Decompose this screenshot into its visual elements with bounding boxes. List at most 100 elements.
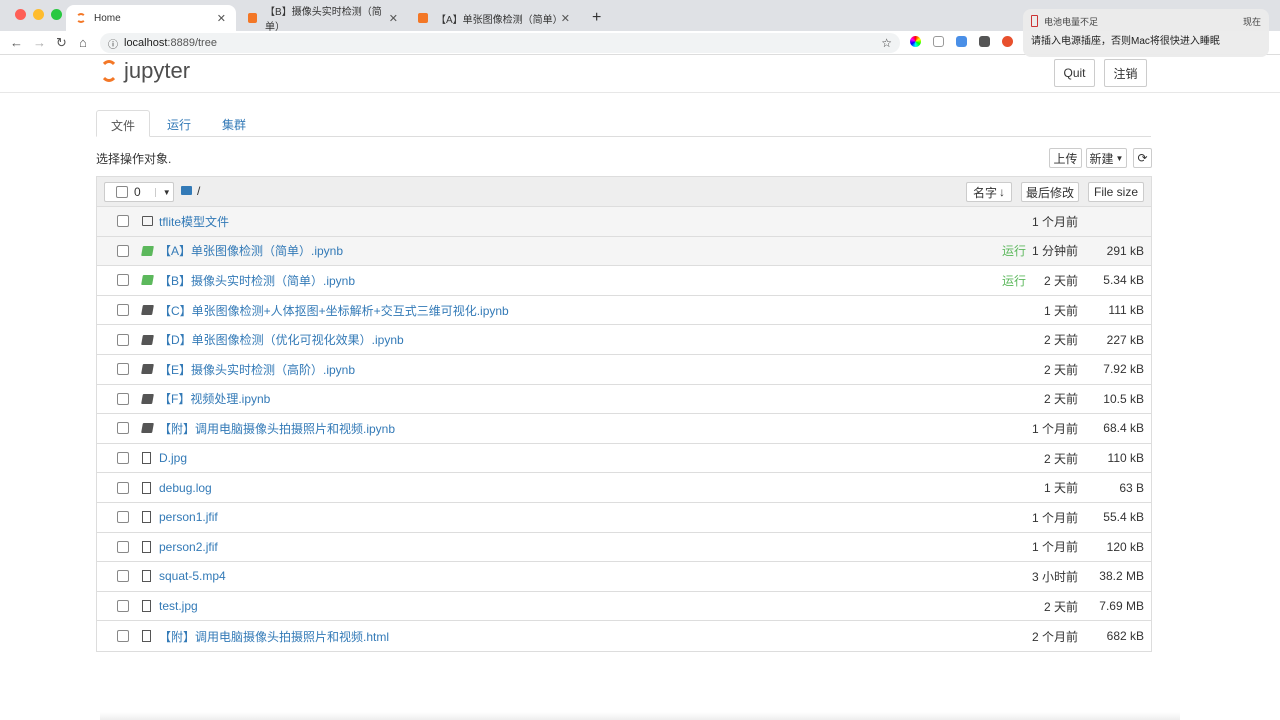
- file-icon: [142, 452, 151, 465]
- url-host: localhost: [124, 37, 168, 49]
- extension-icon[interactable]: [979, 36, 990, 47]
- running-indicator: 运行: [1001, 244, 1026, 259]
- file-name-link[interactable]: 【E】摄像头实时检测（高阶）.ipynb: [159, 361, 355, 378]
- select-all-dropdown[interactable]: 0 ▼: [104, 182, 174, 202]
- logo-text: jupyter: [124, 58, 191, 83]
- modified-time: 2 天前: [1043, 362, 1078, 377]
- file-row[interactable]: 【E】摄像头实时检测（高阶）.ipynb 2 天前 7.92 kB: [97, 355, 1151, 385]
- file-list: 0 ▼ / 名字 ↓ 最后修改 File size tflite模型文件 1 个月前…: [96, 176, 1152, 652]
- file-row[interactable]: debug.log 1 天前 63 B: [97, 473, 1151, 503]
- modified-time: 1 个月前: [1031, 540, 1078, 555]
- tab-running[interactable]: 运行: [153, 110, 205, 137]
- new-dropdown-button[interactable]: 新建 ▼: [1086, 148, 1127, 168]
- tab-title: 【A】单张图像检测（简单）- J: [436, 14, 556, 26]
- file-row[interactable]: 【B】摄像头实时检测（简单）.ipynb 运行 2 天前 5.34 kB: [97, 266, 1151, 296]
- file-name-link[interactable]: 【C】单张图像检测+人体抠图+坐标解析+交互式三维可视化.ipynb: [159, 302, 509, 319]
- file-row[interactable]: 【D】单张图像检测（优化可视化效果）.ipynb 2 天前 227 kB: [97, 325, 1151, 355]
- upload-button[interactable]: 上传: [1049, 148, 1082, 168]
- file-row[interactable]: test.jpg 2 天前 7.69 MB: [97, 592, 1151, 622]
- file-name-link[interactable]: squat-5.mp4: [159, 569, 226, 583]
- row-checkbox[interactable]: [117, 540, 129, 553]
- refresh-button[interactable]: ⟳: [1133, 148, 1152, 168]
- browser-tab-home[interactable]: Home ✕: [66, 5, 236, 31]
- forward-icon[interactable]: →: [33, 35, 46, 50]
- row-checkbox[interactable]: [117, 511, 129, 524]
- row-checkbox[interactable]: [117, 244, 129, 257]
- file-name-link[interactable]: 【附】调用电脑摄像头拍摄照片和视频.html: [159, 628, 389, 645]
- file-row[interactable]: 【附】调用电脑摄像头拍摄照片和视频.html 2 个月前 682 kB: [97, 621, 1151, 651]
- file-name-link[interactable]: D.jpg: [159, 451, 187, 465]
- notebook-icon: [141, 393, 154, 404]
- file-icon: [142, 540, 151, 553]
- quit-button[interactable]: Quit: [1054, 59, 1095, 87]
- file-name-link[interactable]: test.jpg: [159, 599, 198, 613]
- row-checkbox[interactable]: [117, 422, 129, 435]
- file-icon: [142, 481, 151, 494]
- file-row[interactable]: 【C】单张图像检测+人体抠图+坐标解析+交互式三维可视化.ipynb 1 天前 11…: [97, 296, 1151, 326]
- back-icon[interactable]: ←: [10, 35, 23, 50]
- row-checkbox[interactable]: [117, 452, 129, 465]
- sort-by-name-button[interactable]: 名字 ↓: [966, 182, 1012, 202]
- row-checkbox[interactable]: [117, 600, 129, 613]
- window-controls[interactable]: [15, 9, 62, 20]
- file-row[interactable]: 【F】视频处理.ipynb 2 天前 10.5 kB: [97, 385, 1151, 415]
- extension-icon[interactable]: [956, 36, 967, 47]
- row-checkbox[interactable]: [117, 481, 129, 494]
- close-tab-icon[interactable]: ✕: [217, 12, 226, 25]
- close-tab-icon[interactable]: ✕: [389, 12, 398, 25]
- new-tab-button[interactable]: +: [582, 5, 611, 31]
- row-checkbox[interactable]: [117, 630, 129, 643]
- browser-tab-b[interactable]: 【B】摄像头实时检测（简单） ✕: [238, 5, 408, 33]
- jupyter-logo[interactable]: jupyter: [100, 58, 190, 84]
- bookmark-star-icon[interactable]: ☆: [881, 36, 892, 50]
- modified-time: 1 个月前: [1031, 214, 1078, 229]
- tab-clusters[interactable]: 集群: [208, 110, 260, 137]
- modified-time: 2 天前: [1043, 599, 1078, 614]
- browser-tab-a[interactable]: 【A】单张图像检测（简单）- J ✕: [408, 5, 580, 31]
- row-checkbox[interactable]: [117, 570, 129, 583]
- file-row[interactable]: 【A】单张图像检测（简单）.ipynb 运行 1 分钟前 291 kB: [97, 236, 1151, 267]
- file-name-link[interactable]: debug.log: [159, 481, 212, 495]
- tab-files[interactable]: 文件: [96, 110, 151, 137]
- select-all-checkbox[interactable]: [116, 186, 128, 198]
- row-checkbox[interactable]: [117, 304, 129, 317]
- file-name-link[interactable]: 【B】摄像头实时检测（简单）.ipynb: [159, 272, 355, 289]
- close-tab-icon[interactable]: ✕: [561, 12, 570, 25]
- extension-icon[interactable]: [933, 36, 944, 47]
- file-name-link[interactable]: 【D】单张图像检测（优化可视化效果）.ipynb: [159, 331, 404, 348]
- tab-title: Home: [94, 12, 121, 24]
- breadcrumb-path[interactable]: /: [197, 184, 200, 198]
- file-row[interactable]: D.jpg 2 天前 110 kB: [97, 444, 1151, 474]
- row-checkbox[interactable]: [117, 215, 129, 228]
- file-name-link[interactable]: 【F】视频处理.ipynb: [159, 390, 270, 407]
- file-size: 5.34 kB: [1103, 273, 1144, 288]
- logout-button[interactable]: 注销: [1104, 59, 1147, 87]
- file-size: 120 kB: [1106, 539, 1144, 554]
- extension-icon[interactable]: [1002, 36, 1013, 47]
- folder-icon: [181, 186, 192, 195]
- file-name-link[interactable]: 【附】调用电脑摄像头拍摄照片和视频.ipynb: [159, 420, 395, 437]
- row-checkbox[interactable]: [117, 274, 129, 287]
- caret-down-icon[interactable]: ▼: [154, 187, 171, 197]
- home-icon[interactable]: ⌂: [79, 35, 87, 50]
- file-row[interactable]: 【附】调用电脑摄像头拍摄照片和视频.ipynb 1 个月前 68.4 kB: [97, 414, 1151, 444]
- file-row[interactable]: person1.jfif 1 个月前 55.4 kB: [97, 503, 1151, 533]
- extension-icon[interactable]: [910, 36, 921, 47]
- file-name-link[interactable]: tflite模型文件: [159, 213, 229, 230]
- file-row[interactable]: squat-5.mp4 3 小时前 38.2 MB: [97, 562, 1151, 592]
- modified-time: 2 天前: [1043, 392, 1078, 407]
- file-name-link[interactable]: person1.jfif: [159, 510, 218, 524]
- file-row[interactable]: person2.jfif 1 个月前 120 kB: [97, 533, 1151, 563]
- battery-notification[interactable]: 电池电量不足 现在 请插入电源插座，否则Mac将很快进入睡眠: [1023, 9, 1269, 57]
- url-input[interactable]: ⓘ localhost:8889/tree ☆: [100, 33, 900, 53]
- reload-icon[interactable]: ↻: [56, 35, 67, 51]
- row-checkbox[interactable]: [117, 333, 129, 346]
- sort-by-modified-button[interactable]: 最后修改: [1021, 182, 1079, 202]
- file-name-link[interactable]: 【A】单张图像检测（简单）.ipynb: [159, 242, 343, 259]
- sort-by-size-button[interactable]: File size: [1088, 182, 1144, 202]
- row-checkbox[interactable]: [117, 392, 129, 405]
- file-row[interactable]: tflite模型文件 1 个月前: [97, 207, 1151, 237]
- row-checkbox[interactable]: [117, 363, 129, 376]
- file-name-link[interactable]: person2.jfif: [159, 540, 218, 554]
- selected-count: 0: [134, 185, 141, 199]
